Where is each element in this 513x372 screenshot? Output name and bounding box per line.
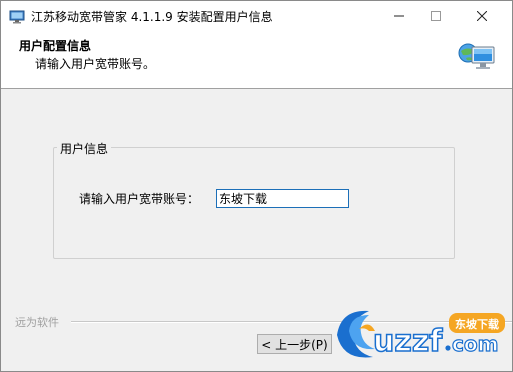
page-subtitle: 请输入用户宽带账号。	[35, 57, 156, 71]
wizard-header: 用户配置信息 请输入用户宽带账号。	[1, 31, 512, 89]
svg-text:uzzf: uzzf	[373, 324, 443, 359]
close-icon	[477, 11, 487, 21]
vendor-brand: 远为软件	[15, 316, 59, 329]
network-computer-icon	[457, 40, 497, 74]
computer-icon	[9, 9, 25, 24]
groupbox-legend: 用户信息	[57, 140, 112, 157]
minimize-icon	[394, 15, 404, 17]
back-button[interactable]: < 上一步(P)	[257, 334, 332, 354]
window-title: 江苏移动宽带管家 4.1.1.9 安装配置用户信息	[31, 10, 273, 24]
svg-text:com: com	[452, 332, 498, 356]
maximize-button[interactable]	[413, 1, 459, 31]
title-bar: 江苏移动宽带管家 4.1.1.9 安装配置用户信息	[1, 1, 512, 31]
installer-window: 江苏移动宽带管家 4.1.1.9 安装配置用户信息 用户配置信息 请输入用户宽带…	[0, 0, 513, 372]
account-label: 请输入用户宽带账号：	[79, 192, 200, 206]
page-title: 用户配置信息	[19, 39, 92, 53]
uzzf-watermark-logo: uzzf com 东坡下载	[329, 301, 509, 369]
account-input[interactable]	[216, 189, 349, 208]
watermark-badge-text: 东坡下载	[455, 318, 499, 331]
close-button[interactable]	[459, 1, 505, 31]
maximize-icon	[431, 11, 441, 21]
